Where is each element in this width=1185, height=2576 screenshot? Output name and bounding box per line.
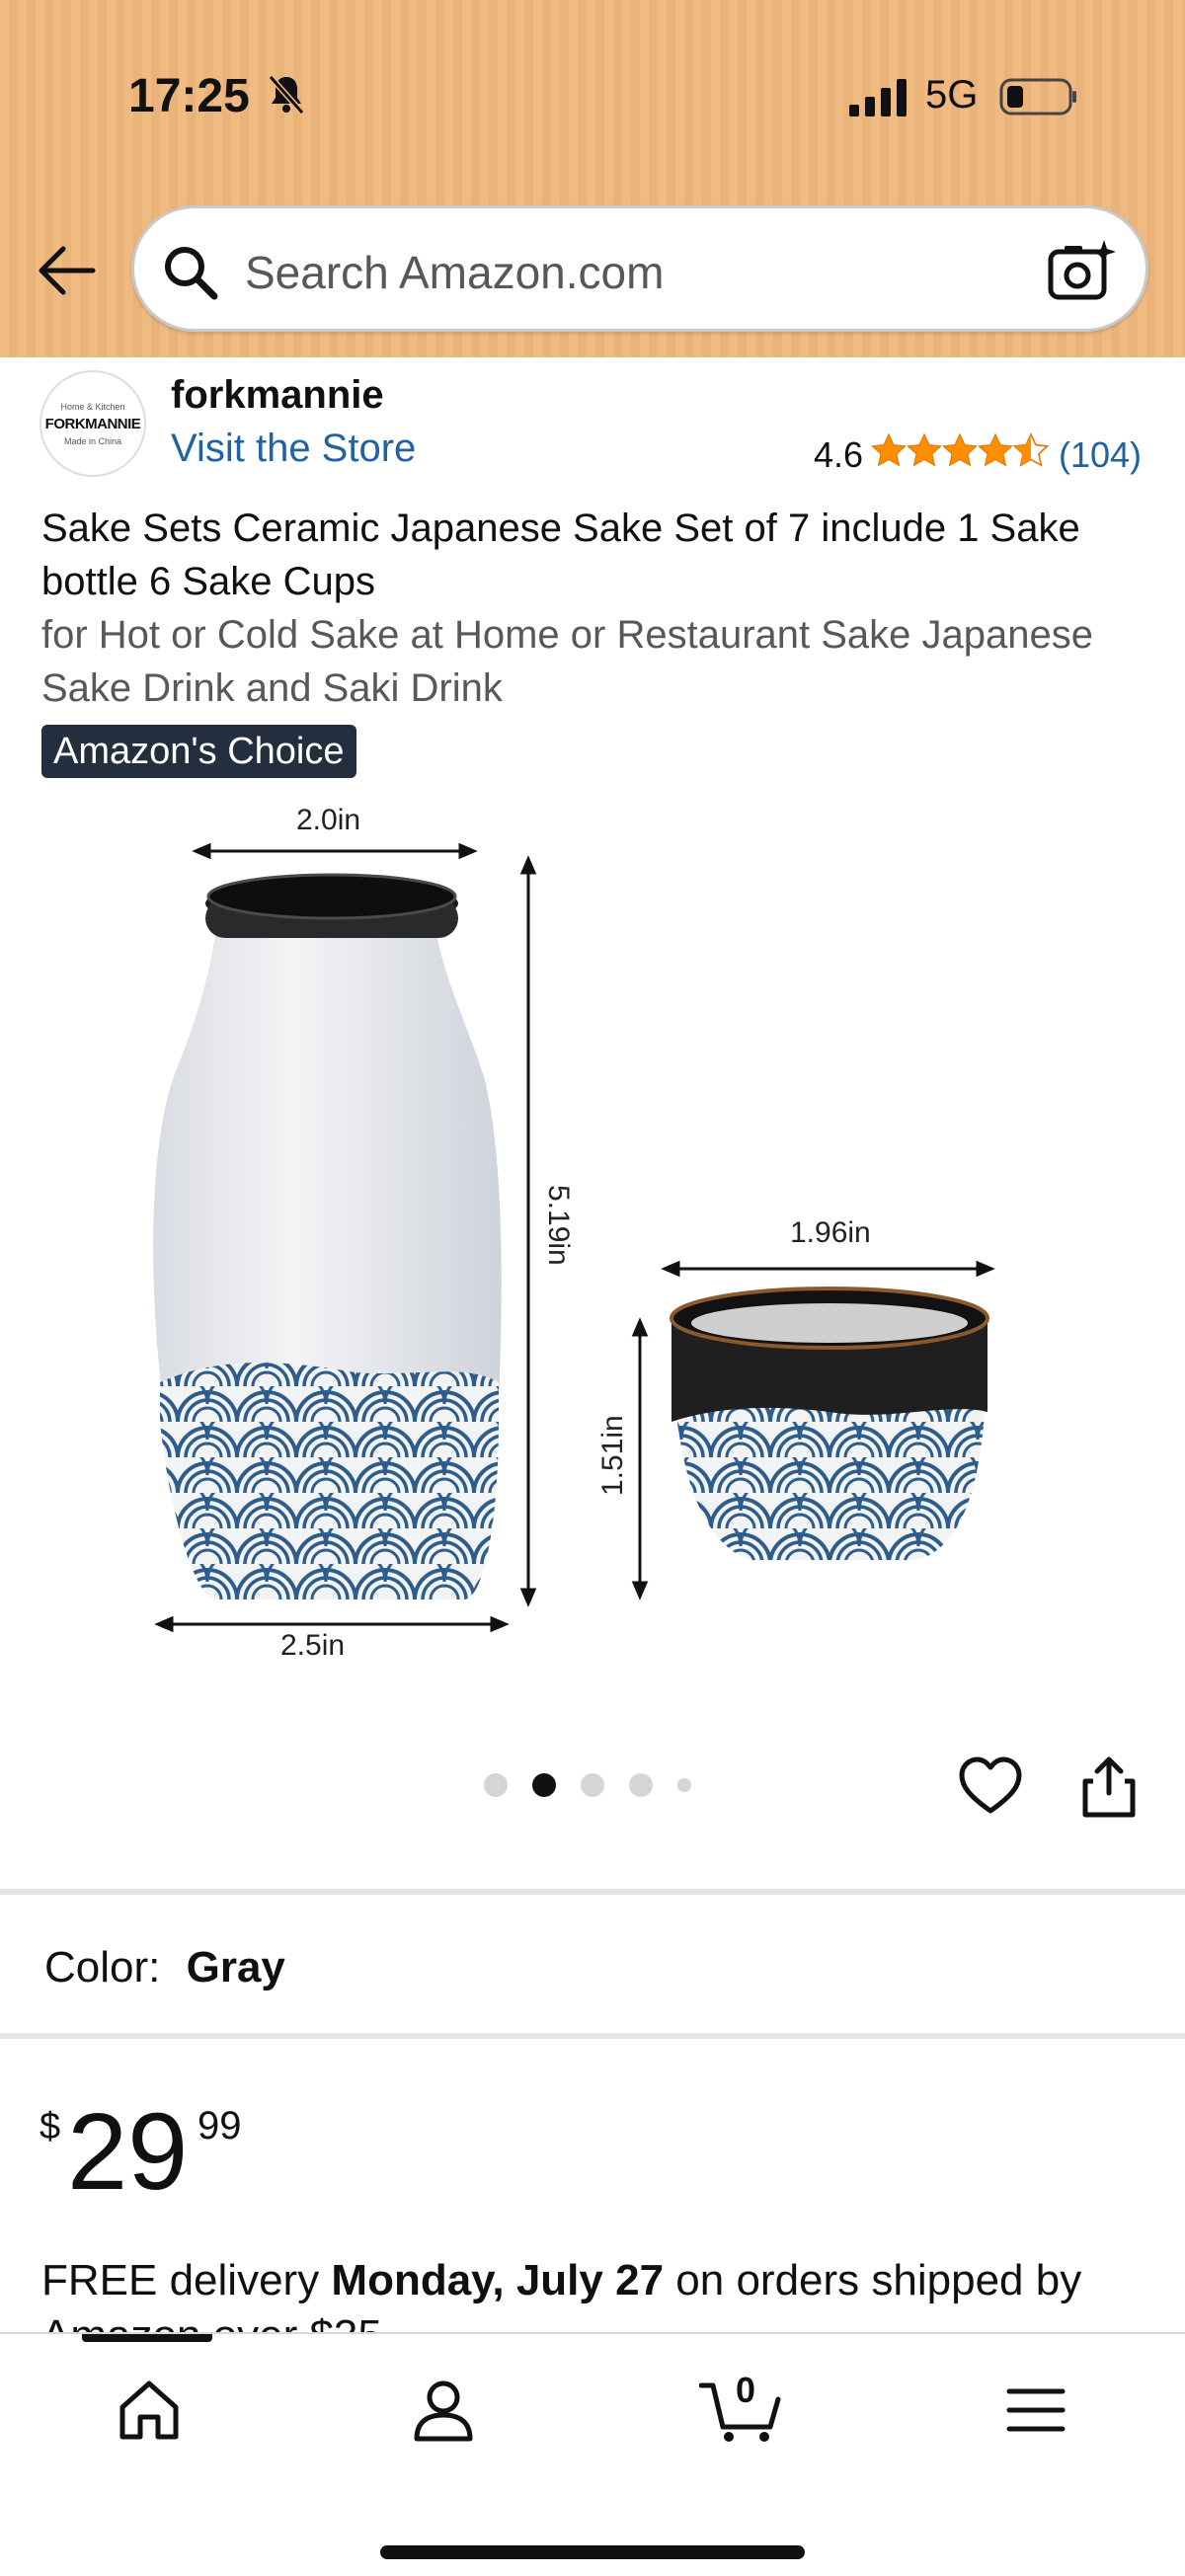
status-time: 17:25: [128, 70, 250, 122]
logo-main-text: FORKMANNIE: [44, 415, 141, 432]
brand-logo[interactable]: Home & Kitchen FORKMANNIE Made in China: [40, 370, 146, 477]
star-icon: [871, 432, 907, 467]
bell-muted-icon: [268, 75, 305, 115]
heart-icon[interactable]: [958, 1756, 1023, 1817]
brand-name: forkmannie: [171, 373, 384, 417]
account-icon[interactable]: [409, 2376, 478, 2445]
dimension-cup-top: 1.96in: [790, 1216, 871, 1249]
carousel-dot-active[interactable]: [532, 1773, 556, 1797]
dimension-cup-height: 1.51in: [596, 1415, 629, 1496]
home-indicator: [380, 2545, 805, 2559]
battery-icon: [999, 78, 1076, 116]
delivery-date: Monday, July 27: [331, 2256, 665, 2304]
image-carousel-dots[interactable]: [484, 1773, 691, 1797]
price-whole: 29: [67, 2091, 189, 2213]
color-label: Color:: [44, 1943, 161, 1991]
star-icon: [907, 432, 942, 467]
top-header: 17:25 5G Search Amazon.com: [0, 0, 1185, 357]
carousel-dot[interactable]: [629, 1773, 653, 1797]
price-currency: $: [40, 2106, 61, 2147]
share-icon[interactable]: [1079, 1754, 1139, 1819]
half-star-icon: [1013, 432, 1049, 467]
visit-store-link[interactable]: Visit the Store: [171, 427, 416, 471]
back-arrow-icon[interactable]: [36, 245, 97, 296]
search-bar[interactable]: Search Amazon.com: [131, 205, 1148, 332]
section-divider: [0, 2033, 1185, 2039]
carousel-dot[interactable]: [581, 1773, 604, 1797]
dimension-bottle-top: 2.0in: [296, 804, 361, 836]
search-input[interactable]: Search Amazon.com: [245, 246, 664, 299]
active-tab-indicator: [82, 2334, 212, 2342]
price-fraction: 99: [198, 2104, 242, 2147]
rating-value: 4.6: [814, 434, 864, 475]
rating-count-link[interactable]: (104): [1059, 434, 1142, 476]
color-selector[interactable]: Color: Gray: [44, 1943, 285, 1992]
amazons-choice-badge[interactable]: Amazon's Choice: [41, 725, 356, 778]
dimension-bottle-height: 5.19in: [542, 1185, 575, 1266]
camera-search-icon[interactable]: [1047, 238, 1116, 303]
delivery-prefix: FREE delivery: [41, 2256, 320, 2304]
cart-count: 0: [736, 2370, 756, 2410]
star-rating[interactable]: [871, 432, 1049, 472]
home-icon[interactable]: [115, 2376, 184, 2445]
menu-icon[interactable]: [1001, 2376, 1070, 2445]
product-subtitle: for Hot or Cold Sake at Home or Restaura…: [41, 613, 1093, 710]
signal-icon: [849, 79, 907, 117]
logo-top-text: Home & Kitchen: [60, 401, 125, 412]
dimension-bottle-bottom: 2.5in: [280, 1629, 346, 1662]
star-icon: [942, 432, 978, 467]
sake-set-illustration: [153, 842, 995, 1633]
logo-bottom-text: Made in China: [63, 435, 122, 446]
product-image[interactable]: 2.0in 5.19in 2.5in 1.96in 1.51in: [0, 790, 1185, 1678]
section-divider: [0, 1889, 1185, 1895]
carousel-dot[interactable]: [677, 1778, 691, 1792]
search-icon: [165, 247, 218, 300]
star-icon: [978, 432, 1013, 467]
bottom-nav: 0: [0, 2332, 1185, 2576]
color-value: Gray: [186, 1943, 285, 1991]
product-title: Sake Sets Ceramic Japanese Sake Set of 7…: [41, 507, 1080, 603]
network-label: 5G: [925, 73, 979, 117]
carousel-dot[interactable]: [484, 1773, 508, 1797]
